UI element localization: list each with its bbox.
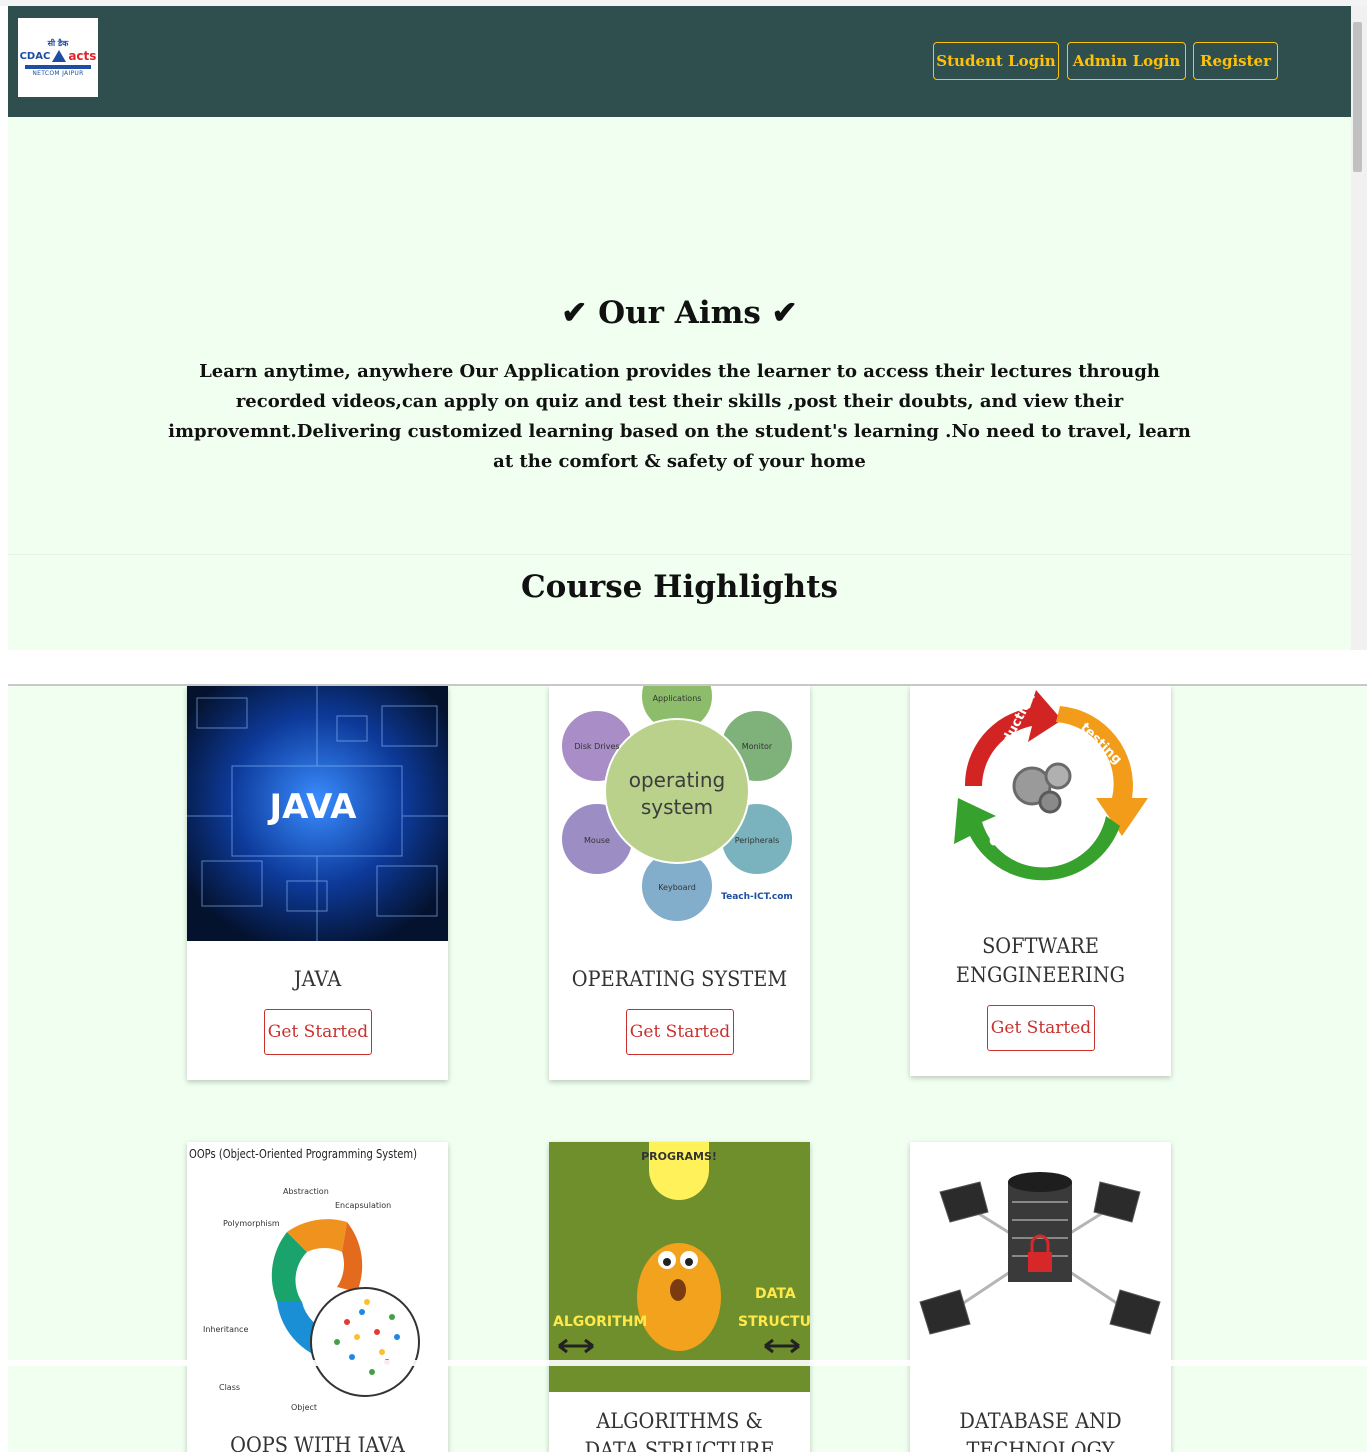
oops-course-title: OOPS WITH JAVA xyxy=(230,1433,405,1452)
os-image-center-line2: system xyxy=(641,795,713,819)
oops-label-abstraction: Abstraction xyxy=(283,1187,329,1196)
logo-hindi-text: सी डैक xyxy=(47,39,69,48)
ads-word-programs: PROGRAMS! xyxy=(641,1150,717,1163)
logo-subtitle: NETCOM JAIPUR xyxy=(32,70,84,77)
os-course-title: OPERATING SYSTEM xyxy=(571,967,788,991)
logo-cdac-text: CDAC xyxy=(19,50,51,62)
os-get-started-button[interactable]: Get Started xyxy=(626,1009,734,1055)
scrollbar-thumb[interactable] xyxy=(1353,22,1362,172)
ads-course-title: ALGORITHMS & DATA STRUCTURE xyxy=(584,1409,775,1452)
oops-course-image: OOPs (Object-Oriented Programming System… xyxy=(187,1142,448,1418)
screenshot-seam-lower xyxy=(8,1360,1367,1366)
ads-word-structure: STRUCTURE xyxy=(738,1314,810,1330)
course-card-software-engineering: production testing development SOFTWARE … xyxy=(910,686,1171,1076)
java-course-image: JAVA xyxy=(187,686,448,941)
os-course-image: operating system Applications Monitor Pe… xyxy=(549,686,810,941)
java-get-started-button[interactable]: Get Started xyxy=(264,1009,372,1055)
os-node-mouse: Mouse xyxy=(584,836,610,845)
logo-bar xyxy=(25,65,91,69)
ads-word-algorithm: ALGORITHM xyxy=(553,1314,647,1330)
cdac-acts-logo[interactable]: सी डैक CDAC acts NETCOM JAIPUR xyxy=(18,18,98,97)
logo-top-row: सी डैक xyxy=(48,38,69,49)
student-login-button[interactable]: Student Login xyxy=(933,42,1059,80)
oops-image-heading: OOPs (Object-Oriented Programming System… xyxy=(189,1147,417,1161)
ads-word-data: DATA xyxy=(755,1286,796,1302)
register-button[interactable]: Register xyxy=(1193,42,1278,80)
os-node-peripherals: Peripherals xyxy=(735,836,780,845)
db-course-image xyxy=(910,1142,1171,1392)
java-image-text: JAVA xyxy=(268,787,358,827)
oops-label-encapsulation: Encapsulation xyxy=(335,1201,391,1210)
os-image-credit: Teach-ICT.com xyxy=(721,892,793,902)
os-node-keyboard: Keyboard xyxy=(658,883,696,892)
course-card-database-technology: DATABASE AND TECHNOLOGY xyxy=(910,1142,1171,1452)
se-course-image: production testing development xyxy=(910,686,1171,908)
aims-title: ✔ Our Aims ✔ xyxy=(561,295,798,331)
os-node-applications: Applications xyxy=(653,694,702,703)
java-course-title: JAVA xyxy=(293,967,342,991)
ads-course-image: PROGRAMS! ALGORITHM DATA STRUCTURE xyxy=(549,1142,810,1392)
se-get-started-button[interactable]: Get Started xyxy=(987,1005,1095,1051)
oops-label-polymorphism: Polymorphism xyxy=(223,1219,280,1228)
course-cards-section: JAVA JAVA Get Started operating system A… xyxy=(8,686,1367,1452)
course-card-java: JAVA JAVA Get Started xyxy=(187,686,448,1080)
course-highlights-title: Course Highlights xyxy=(520,569,838,605)
page: सी डैक CDAC acts NETCOM JAIPUR Student L… xyxy=(0,0,1367,1452)
admin-login-button[interactable]: Admin Login xyxy=(1067,42,1186,80)
logo-acts-text: acts xyxy=(68,49,97,63)
os-node-monitor: Monitor xyxy=(742,742,773,751)
aims-section: ✔ Our Aims ✔ Learn anytime, anywhere Our… xyxy=(8,117,1351,650)
os-image-center-line1: operating xyxy=(629,768,725,792)
section-divider xyxy=(8,554,1351,555)
course-card-algorithms-data-structure: PROGRAMS! ALGORITHM DATA STRUCTURE ALGOR… xyxy=(549,1142,810,1452)
db-course-title: DATABASE AND TECHNOLOGY xyxy=(959,1409,1122,1452)
os-node-disk-drives: Disk Drives xyxy=(574,742,619,751)
oops-label-object: Object xyxy=(291,1403,317,1412)
course-card-operating-system: operating system Applications Monitor Pe… xyxy=(549,686,810,1080)
oops-label-inheritance: Inheritance xyxy=(203,1325,248,1334)
oops-label-class: Class xyxy=(219,1383,240,1392)
logo-triangle-icon xyxy=(52,50,67,62)
aims-description: Learn anytime, anywhere Our Application … xyxy=(168,361,1191,472)
se-course-title: SOFTWARE ENGGINEERING xyxy=(955,934,1126,987)
logo-brand-row: CDAC acts xyxy=(20,49,97,63)
course-card-oops-with-java: OOPs (Object-Oriented Programming System… xyxy=(187,1142,448,1452)
navbar: सी डैक CDAC acts NETCOM JAIPUR Student L… xyxy=(8,6,1351,117)
